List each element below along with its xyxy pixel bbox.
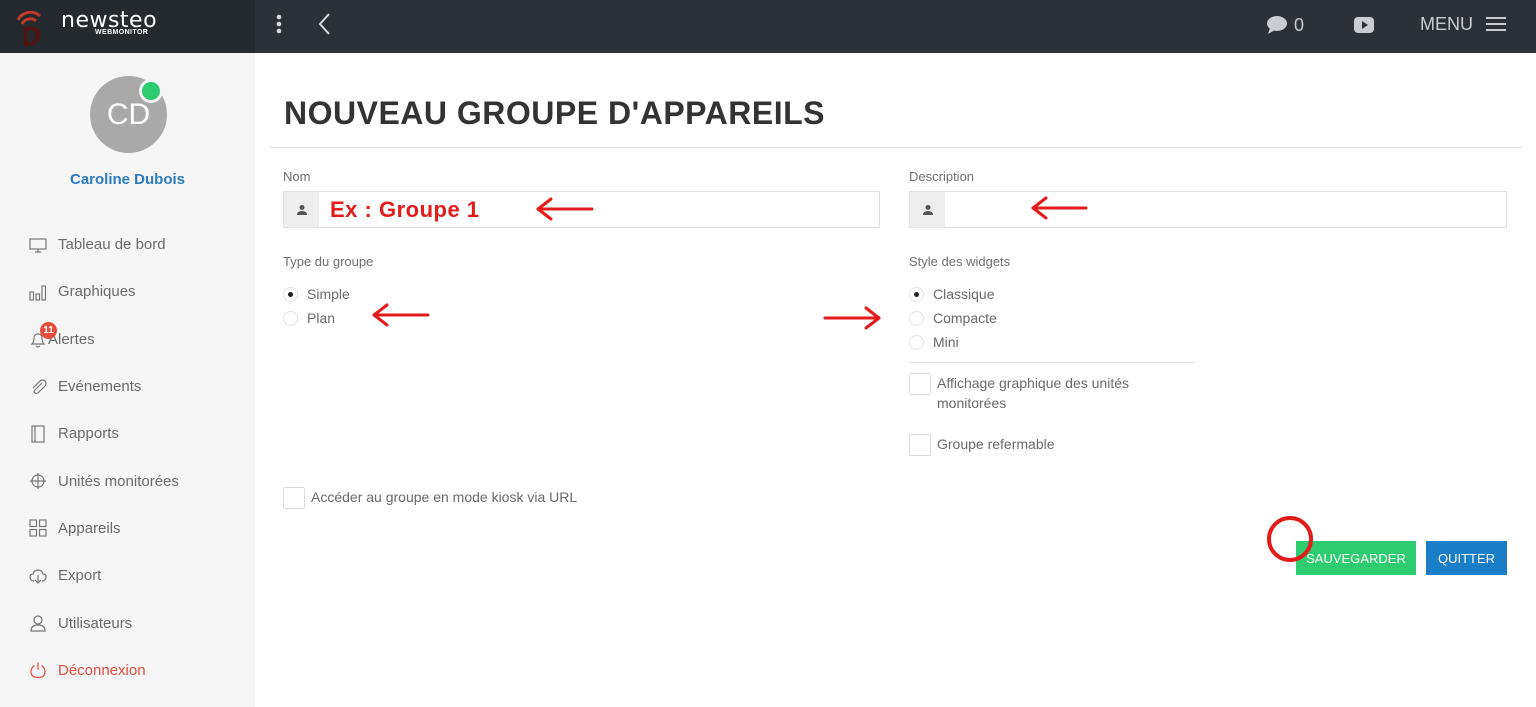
monitor-icon (29, 238, 47, 253)
sidebar-item-graphiques[interactable]: Graphiques (0, 268, 255, 315)
sidebar-item-label: Evénements (58, 378, 142, 396)
main-content: NOUVEAU GROUPE D'APPAREILS Nom Descripti… (255, 53, 1536, 707)
chat-bubble-icon (1267, 16, 1287, 34)
style-divider (909, 362, 1195, 363)
sidebar-item-export[interactable]: Export (0, 552, 255, 599)
checkbox-label: Groupe refermable (937, 436, 1055, 452)
sidebar-item-evenements[interactable]: Evénements (0, 363, 255, 410)
newsteo-logo-icon (16, 10, 42, 46)
messages-button[interactable]: 0 (1266, 13, 1304, 37)
alerts-count-badge: 11 (40, 321, 57, 339)
title-divider (269, 147, 1522, 148)
vertical-dots-icon[interactable] (270, 10, 288, 40)
sidebar-item-unites-monitorees[interactable]: Unités monitorées (0, 457, 255, 504)
online-status-dot (139, 79, 163, 103)
sidebar-item-utilisateurs[interactable]: Utilisateurs (0, 599, 255, 646)
sidebar-item-label: Appareils (58, 519, 121, 537)
radio-button[interactable] (909, 286, 924, 302)
radio-label: Compacte (933, 310, 997, 326)
radio-label: Plan (307, 310, 336, 326)
checkbox-affichage-graphique[interactable]: Affichage graphique des unités monitorée… (909, 373, 1169, 413)
sidebar-item-label: Déconnexion (58, 661, 146, 679)
type-groupe-label: Type du groupe (283, 254, 374, 269)
quit-button[interactable]: QUITTER (1426, 541, 1507, 575)
radio-style-classique[interactable]: Classique (909, 286, 994, 302)
hamburger-icon (1486, 17, 1506, 31)
sidebar-item-deconnexion[interactable]: Déconnexion (0, 647, 255, 694)
checkbox-label: Accéder au groupe en mode kiosk via URL (311, 489, 578, 505)
checkbox[interactable] (909, 373, 931, 395)
radio-label: Simple (307, 286, 350, 302)
top-bar: newsteo WEBMONITOR 0 MENU (0, 0, 1536, 53)
description-label: Description (909, 169, 975, 184)
sidebar: CD Caroline Dubois Tableau de bord Graph… (0, 53, 255, 707)
sidebar-nav: Tableau de bord Graphiques 11 Alertes Ev… (0, 221, 255, 694)
radio-button[interactable] (909, 334, 924, 350)
sidebar-item-label: Unités monitorées (58, 472, 179, 490)
sidebar-item-rapports[interactable]: Rapports (0, 410, 255, 457)
description-input[interactable] (945, 192, 1506, 227)
sidebar-item-appareils[interactable]: Appareils (0, 505, 255, 552)
annotation-example-text: Ex : Groupe 1 (330, 197, 480, 222)
sidebar-item-tableau-de-bord[interactable]: Tableau de bord (0, 221, 255, 268)
bar-chart-icon (29, 285, 47, 301)
notebook-icon (31, 425, 45, 443)
radio-type-simple[interactable]: Simple (283, 286, 350, 302)
checkbox-label: Affichage graphique des unités monitorée… (937, 375, 1129, 411)
radio-type-plan[interactable]: Plan (283, 310, 335, 326)
checkbox[interactable] (909, 434, 931, 456)
user-name[interactable]: Caroline Dubois (0, 171, 255, 188)
radio-label: Classique (933, 286, 995, 302)
checkbox-mode-kiosk[interactable]: Accéder au groupe en mode kiosk via URL (283, 487, 577, 509)
input-addon (284, 192, 319, 227)
sidebar-item-label: Graphiques (58, 283, 136, 301)
nom-label: Nom (283, 169, 311, 184)
user-icon (922, 204, 933, 215)
radio-style-mini[interactable]: Mini (909, 334, 959, 350)
sidebar-item-label: Utilisateurs (58, 614, 133, 632)
radio-label: Mini (933, 334, 959, 350)
cloud-download-icon (29, 569, 47, 584)
user-icon (296, 204, 307, 215)
sidebar-item-label: Export (58, 567, 102, 585)
brand-subtitle: WEBMONITOR (95, 29, 149, 36)
radio-button[interactable] (283, 286, 298, 302)
radio-style-compacte[interactable]: Compacte (909, 310, 997, 326)
power-icon (30, 662, 46, 679)
description-input-group (909, 191, 1507, 228)
checkbox-groupe-refermable[interactable]: Groupe refermable (909, 434, 1055, 456)
sidebar-item-alertes[interactable]: 11 Alertes (0, 316, 255, 363)
crosshair-icon (30, 473, 46, 490)
sidebar-item-label: Rapports (58, 425, 119, 443)
input-addon (910, 192, 945, 227)
brand[interactable]: newsteo WEBMONITOR (0, 0, 255, 53)
save-button[interactable]: SAUVEGARDER (1296, 541, 1416, 575)
radio-button[interactable] (283, 310, 298, 326)
radio-button[interactable] (909, 310, 924, 326)
checkbox[interactable] (283, 487, 305, 509)
sidebar-item-label: Tableau de bord (58, 236, 166, 254)
chevron-left-icon[interactable] (314, 10, 338, 40)
paperclip-icon (32, 378, 47, 394)
menu-button[interactable]: MENU (1420, 11, 1507, 37)
user-icon (30, 615, 46, 632)
youtube-icon[interactable] (1352, 14, 1376, 36)
grid-icon (29, 519, 47, 538)
menu-label: MENU (1420, 13, 1473, 34)
page-title: NOUVEAU GROUPE D'APPAREILS (284, 95, 825, 131)
message-count: 0 (1294, 14, 1305, 35)
style-widgets-label: Style des widgets (909, 254, 1011, 269)
